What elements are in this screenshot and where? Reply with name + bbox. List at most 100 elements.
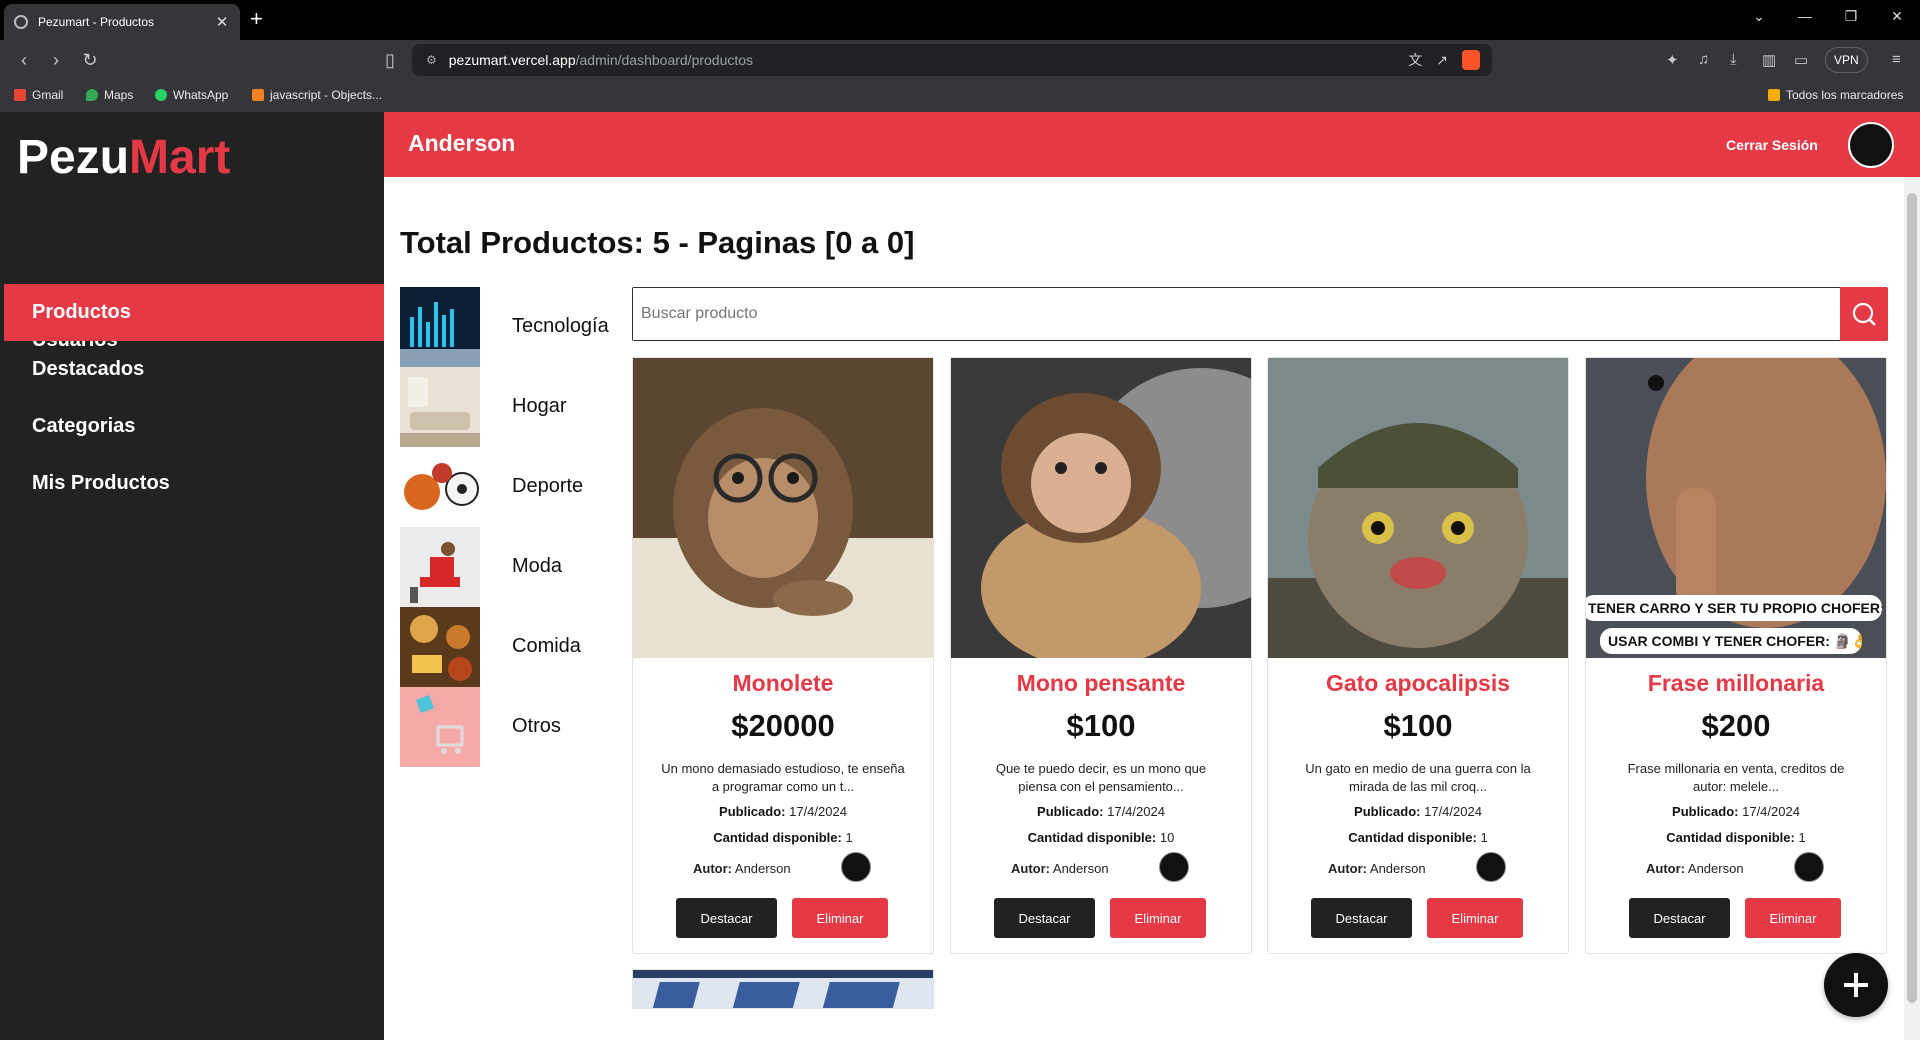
media-icon[interactable]: ♫ (1698, 51, 1709, 68)
search-button[interactable] (1840, 287, 1888, 341)
category-label: Moda (512, 555, 563, 577)
bookmark-whatsapp[interactable]: WhatsApp (155, 88, 228, 102)
product-name: Mono pensante (1016, 670, 1186, 696)
product-published: Publicado: 17/4/2024 (1354, 804, 1482, 819)
product-image[interactable] (633, 358, 933, 658)
product-card: Monolete $20000 Un mono demasiado estudi… (632, 357, 934, 954)
meme-caption-1: TENER CARRO Y SER TU PROPIO CHOFER: 💀 (1586, 595, 1882, 621)
feature-button[interactable]: Destacar (1311, 898, 1412, 938)
bookmark-gmail[interactable]: Gmail (14, 88, 63, 102)
page-scrollbar[interactable] (1904, 177, 1920, 1040)
minimize-icon[interactable]: — (1782, 0, 1828, 32)
category-item-hogar[interactable]: Hogar (400, 367, 620, 447)
delete-button[interactable]: Eliminar (1110, 898, 1206, 938)
product-card: Mono pensante $100 Que te puedo decir, e… (950, 357, 1252, 954)
sidebar-item-productos[interactable]: Productos (4, 284, 384, 341)
sidebar-item-mis-productos[interactable]: Mis Productos (0, 455, 384, 511)
vpn-button[interactable]: VPN (1825, 47, 1868, 73)
delete-button[interactable]: Eliminar (1427, 898, 1523, 938)
logo[interactable]: PezuMart (17, 130, 230, 185)
bookmark-all[interactable]: Todos los marcadores (1768, 88, 1903, 102)
delete-button[interactable]: Eliminar (792, 898, 888, 938)
product-image[interactable] (633, 970, 934, 1009)
product-published: Publicado: 17/4/2024 (719, 804, 847, 819)
close-window-icon[interactable]: ✕ (1874, 0, 1920, 32)
site-settings-icon[interactable]: ⚙ (426, 53, 437, 67)
restore-icon[interactable]: ❐ (1828, 0, 1874, 32)
brave-shields-icon[interactable] (1462, 50, 1480, 70)
category-label: Comida (512, 635, 581, 657)
category-item-deporte[interactable]: Deporte (400, 447, 620, 527)
add-product-button[interactable] (1824, 953, 1888, 1017)
product-image[interactable]: TENER CARRO Y SER TU PROPIO CHOFER: 💀 US… (1586, 358, 1886, 658)
sidebar-toggle-icon[interactable]: ▥ (1762, 51, 1776, 69)
reload-icon[interactable]: ↻ (78, 49, 102, 71)
tab-search-icon[interactable]: ⌄ (1736, 0, 1782, 32)
delete-button[interactable]: Eliminar (1745, 898, 1841, 938)
bookmark-maps[interactable]: Maps (86, 88, 133, 102)
category-thumb (400, 367, 480, 447)
product-image[interactable] (951, 358, 1251, 658)
feature-button[interactable]: Destacar (1629, 898, 1730, 938)
scrollbar-thumb[interactable] (1907, 193, 1917, 1003)
author-avatar (841, 852, 871, 882)
extensions-icon[interactable]: ✦ (1666, 51, 1679, 69)
forward-icon[interactable]: › (44, 49, 68, 71)
category-thumb (400, 687, 480, 767)
wallet-icon[interactable]: ▭ (1794, 51, 1808, 69)
menu-icon[interactable]: ≡ (1892, 51, 1901, 68)
category-label: Otros (512, 715, 561, 737)
header-username: Anderson (408, 130, 516, 156)
feature-button[interactable]: Destacar (676, 898, 777, 938)
logout-button[interactable]: Cerrar Sesión (1726, 137, 1818, 153)
product-price: $100 (1066, 708, 1136, 743)
author-avatar (1476, 852, 1506, 882)
product-stock: Cantidad disponible: 1 (1348, 830, 1488, 845)
category-item-otros[interactable]: Otros (400, 687, 620, 767)
bookmark-javascript[interactable]: javascript - Objects... (252, 88, 382, 102)
main-content: Total Productos: 5 - Paginas [0 a 0] Tec… (384, 177, 1904, 1040)
product-card: Gato apocalipsis $100 Un gato en medio d… (1267, 357, 1569, 954)
page-title: Total Productos: 5 - Paginas [0 a 0] (400, 225, 915, 260)
category-item-tecnologia[interactable]: Tecnología (400, 287, 620, 367)
close-tab-icon[interactable]: ✕ (214, 13, 230, 31)
stackoverflow-icon (252, 89, 264, 101)
product-author: Autor: Anderson (1328, 861, 1426, 876)
translate-icon[interactable]: 文 (1408, 50, 1422, 70)
search-bar (632, 287, 1888, 341)
product-price: $200 (1701, 708, 1771, 743)
product-description: Que te puedo decir, es un mono que piens… (995, 761, 1207, 794)
browser-tab[interactable]: Pezumart - Productos ✕ (4, 4, 240, 40)
sidebar-item-categorias[interactable]: Categorias (0, 398, 384, 454)
whatsapp-icon (155, 89, 167, 101)
share-icon[interactable]: ↗ (1436, 52, 1448, 69)
new-tab-icon[interactable]: + (250, 7, 263, 31)
product-price: $100 (1383, 708, 1453, 743)
product-image[interactable] (1268, 358, 1568, 658)
product-stock: Cantidad disponible: 10 (1027, 830, 1175, 845)
bookmark-icon[interactable]: ▯ (378, 49, 402, 71)
top-header: Anderson Cerrar Sesión (384, 112, 1920, 177)
feature-button[interactable]: Destacar (994, 898, 1095, 938)
back-icon[interactable]: ‹ (12, 49, 36, 71)
category-item-comida[interactable]: Comida (400, 607, 620, 687)
address-bar[interactable]: ⚙ pezumart.vercel.app/admin/dashboard/pr… (412, 44, 1492, 76)
browser-tab-bar: Pezumart - Productos ✕ + ⌄ — ❐ ✕ (0, 0, 1920, 40)
product-description: Frase millonaria en venta, creditos de a… (1627, 761, 1845, 794)
category-thumb (400, 607, 480, 687)
search-icon (1852, 302, 1876, 326)
url-host: pezumart.vercel.app (448, 52, 576, 68)
category-item-moda[interactable]: Moda (400, 527, 620, 607)
product-stock: Cantidad disponible: 1 (713, 830, 853, 845)
downloads-icon[interactable]: ⤓ (1730, 51, 1737, 68)
product-stock: Cantidad disponible: 1 (1666, 830, 1806, 845)
avatar[interactable] (1848, 122, 1894, 168)
sidebar-item-destacados[interactable]: Destacados (0, 341, 384, 397)
category-label: Hogar (512, 395, 567, 417)
category-label: Tecnología (512, 315, 609, 337)
product-card-partial (632, 969, 934, 1009)
product-description: Un gato en medio de una guerra con la mi… (1305, 761, 1531, 794)
product-name: Frase millonaria (1647, 670, 1825, 696)
product-author: Autor: Anderson (1011, 861, 1109, 876)
search-input[interactable] (633, 288, 1835, 340)
